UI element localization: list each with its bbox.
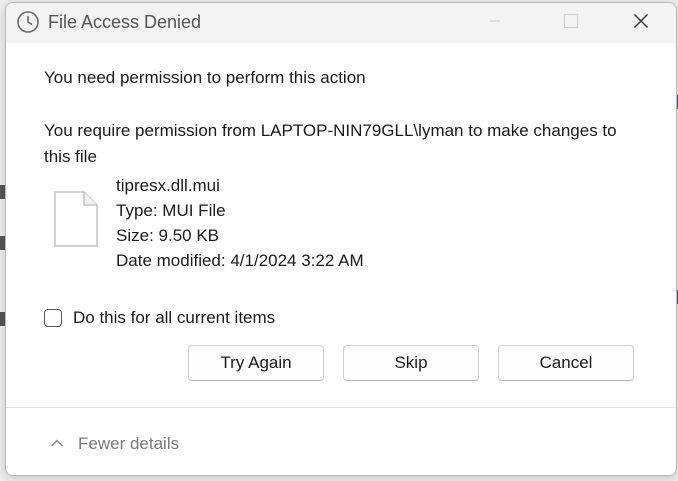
- file-date-modified: Date modified: 4/1/2024 3:22 AM: [116, 251, 364, 270]
- dialog-footer: Fewer details: [6, 407, 676, 475]
- fewer-details-toggle[interactable]: Fewer details: [50, 434, 179, 454]
- cancel-button[interactable]: Cancel: [498, 345, 634, 381]
- file-name: tipresx.dll.mui: [116, 176, 220, 195]
- permission-message: You require permission from LAPTOP-NIN79…: [44, 121, 617, 166]
- dialog-heading: You need permission to perform this acti…: [44, 68, 366, 87]
- file-icon: [54, 191, 98, 247]
- fewer-details-label[interactable]: Fewer details: [78, 434, 179, 454]
- file-type: Type: MUI File: [116, 201, 226, 220]
- minimize-button[interactable]: [472, 3, 518, 43]
- file-details: tipresx.dll.mui Type: MUI File Size: 9.5…: [116, 173, 364, 273]
- dialog-content: You need permission to perform this acti…: [6, 43, 676, 407]
- chevron-up-icon: [50, 435, 64, 453]
- window-title: File Access Denied: [48, 12, 202, 32]
- skip-button[interactable]: Skip: [343, 345, 479, 381]
- file-size: Size: 9.50 KB: [116, 226, 220, 245]
- maximize-icon: [563, 13, 579, 34]
- close-button[interactable]: [618, 3, 664, 43]
- title-bar[interactable]: File Access Denied: [6, 3, 676, 43]
- apply-to-all-row[interactable]: Do this for all current items: [44, 308, 275, 328]
- clock-icon: [16, 10, 40, 34]
- file-access-denied-dialog: File Access Denied You need permission t…: [5, 2, 677, 476]
- apply-to-all-checkbox[interactable]: [44, 309, 62, 327]
- maximize-button[interactable]: [548, 3, 594, 43]
- close-icon: [633, 13, 649, 34]
- minimize-icon: [488, 14, 502, 33]
- apply-to-all-label[interactable]: Do this for all current items: [73, 308, 275, 328]
- try-again-button[interactable]: Try Again: [188, 345, 324, 381]
